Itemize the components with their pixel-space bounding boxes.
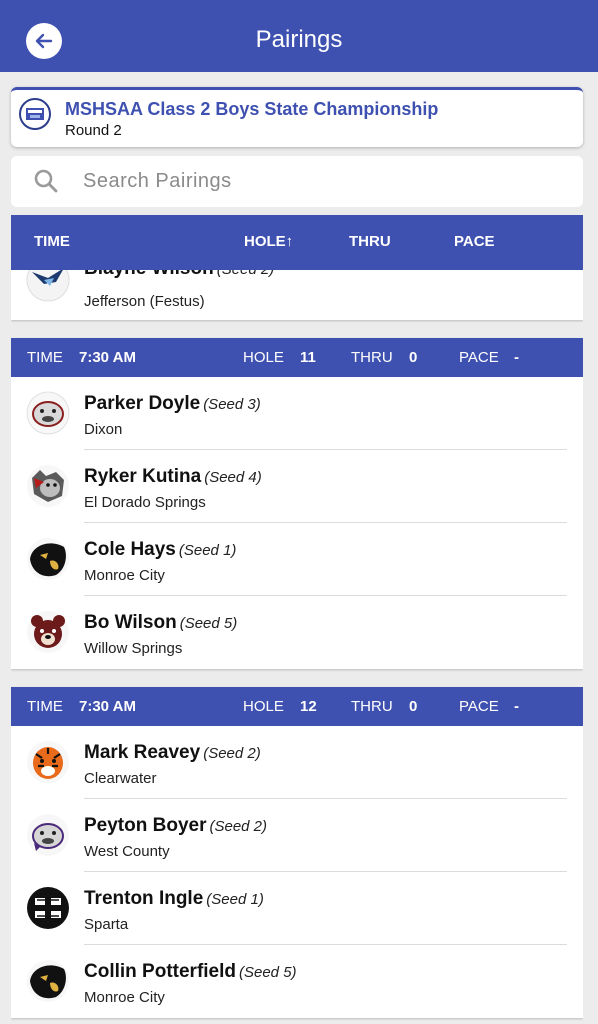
player-school: Jefferson (Festus) <box>84 293 205 310</box>
sparta-s-logo-icon <box>26 886 70 930</box>
player-name: Collin Potterfield (Seed 5) <box>84 961 297 983</box>
player-name-text: Ryker Kutina <box>84 466 202 487</box>
group-hole-label: HOLE <box>243 349 284 366</box>
player-seed: (Seed 5) <box>179 615 238 632</box>
group-hole: 12 <box>300 698 317 715</box>
player-name-text: Mark Reavey <box>84 742 201 763</box>
group-header: TIME 7:30 AM HOLE 12 THRU 0 PACE - <box>11 687 583 726</box>
col-hole-label: HOLE <box>244 233 286 250</box>
group-thru: 0 <box>409 349 418 366</box>
list-item[interactable]: Trenton Ingle (Seed 1) Sparta <box>11 872 583 945</box>
player-name-text: Collin Potterfield <box>84 961 236 982</box>
mshsaa-logo <box>19 98 51 130</box>
search-box[interactable] <box>11 156 583 207</box>
col-thru[interactable]: THRU <box>349 233 391 250</box>
page-title: Pairings <box>255 26 343 53</box>
list-item[interactable]: Bo Wilson (Seed 5) Willow Springs <box>11 596 583 669</box>
group-thru-label: THRU <box>351 698 393 715</box>
player-name-text: Cole Hays <box>84 539 176 560</box>
player-name-text: Peyton Boyer <box>84 815 207 836</box>
player-seed: (Seed 1) <box>178 542 237 559</box>
group-time-label: TIME <box>27 698 63 715</box>
player-seed: (Seed 2) <box>203 745 261 762</box>
list-item[interactable]: Peyton Boyer (Seed 2) West County <box>11 799 583 872</box>
player-school: Sparta <box>84 916 129 933</box>
player-name: Peyton Boyer (Seed 2) <box>84 815 267 837</box>
list-item[interactable]: Cole Hays (Seed 1) Monroe City <box>11 523 583 596</box>
event-card[interactable]: MSHSAA Class 2 Boys State Championship R… <box>11 87 583 147</box>
group-time: 7:30 AM <box>79 349 136 366</box>
pairing-group: TIME 7:30 AM HOLE 12 THRU 0 PACE - Mark … <box>11 687 583 1018</box>
player-school: Dixon <box>84 421 123 438</box>
group-header: TIME 7:30 AM HOLE 11 THRU 0 PACE - <box>11 338 583 377</box>
player-school: Monroe City <box>84 989 165 1006</box>
column-header: TIME HOLE↑ THRU PACE <box>11 215 583 270</box>
list-item[interactable]: Blayne Wilson(Seed 2) Jefferson (Festus) <box>11 270 583 320</box>
group-pace-label: PACE <box>459 698 499 715</box>
panther-logo-icon <box>26 959 70 1003</box>
player-name: Mark Reavey (Seed 2) <box>84 742 261 764</box>
player-name: Cole Hays (Seed 1) <box>84 539 236 561</box>
player-seed: (Seed 2) <box>217 270 275 278</box>
bear-logo-icon <box>26 610 70 654</box>
list-item[interactable]: Ryker Kutina (Seed 4) El Dorado Springs <box>11 450 583 523</box>
group-thru-label: THRU <box>351 349 393 366</box>
player-school: Willow Springs <box>84 640 183 657</box>
pairings-list: Blayne Wilson(Seed 2) Jefferson (Festus)… <box>11 270 583 1024</box>
player-name: Parker Doyle (Seed 3) <box>84 393 261 415</box>
event-title: MSHSAA Class 2 Boys State Championship <box>65 99 439 119</box>
player-school: Clearwater <box>84 770 157 787</box>
player-school: Monroe City <box>84 567 165 584</box>
eagle-logo-icon <box>26 270 70 302</box>
player-seed: (Seed 2) <box>209 818 268 835</box>
tiger-logo-icon <box>26 740 70 784</box>
player-seed: (Seed 3) <box>203 396 261 413</box>
col-time[interactable]: TIME <box>34 233 70 250</box>
group-time-label: TIME <box>27 349 63 366</box>
group-hole: 11 <box>300 349 316 366</box>
sort-arrow-up-icon: ↑ <box>285 233 294 250</box>
player-school: West County <box>84 843 170 860</box>
list-item[interactable]: Mark Reavey (Seed 2) Clearwater <box>11 726 583 799</box>
player-name-text: Parker Doyle <box>84 393 201 414</box>
bulldog-logo-icon <box>26 391 70 435</box>
player-name: Bo Wilson (Seed 5) <box>84 612 237 634</box>
bulldog-purple-logo-icon <box>26 813 70 857</box>
player-school: El Dorado Springs <box>84 494 206 511</box>
app-bar: Pairings <box>0 0 598 72</box>
player-name-text: Bo Wilson <box>84 612 177 633</box>
group-hole-label: HOLE <box>243 698 284 715</box>
list-item[interactable]: Collin Potterfield (Seed 5) Monroe City <box>11 945 583 1018</box>
event-round: Round 2 <box>65 122 122 139</box>
col-hole[interactable]: HOLE↑ <box>244 233 293 250</box>
list-item[interactable]: Parker Doyle (Seed 3) Dixon <box>11 377 583 450</box>
pairing-group: TIME 7:30 AM HOLE 11 THRU 0 PACE - Parke… <box>11 338 583 669</box>
player-seed: (Seed 4) <box>204 469 262 486</box>
player-seed: (Seed 5) <box>239 964 297 981</box>
col-pace[interactable]: PACE <box>454 233 495 250</box>
group-pace: - <box>514 698 519 715</box>
player-name: Blayne Wilson(Seed 2) <box>84 270 274 280</box>
bulldog-red-logo-icon <box>26 464 70 508</box>
player-name-text: Blayne Wilson <box>84 270 214 279</box>
search-icon <box>34 169 58 193</box>
panther-logo-icon <box>26 537 70 581</box>
group-thru: 0 <box>409 698 418 715</box>
search-input[interactable] <box>83 164 563 198</box>
group-pace-label: PACE <box>459 349 499 366</box>
player-name: Ryker Kutina (Seed 4) <box>84 466 262 488</box>
group-time: 7:30 AM <box>79 698 136 715</box>
player-name-text: Trenton Ingle <box>84 888 204 909</box>
player-name: Trenton Ingle (Seed 1) <box>84 888 264 910</box>
player-seed: (Seed 1) <box>206 891 264 908</box>
group-pace: - <box>514 349 519 366</box>
